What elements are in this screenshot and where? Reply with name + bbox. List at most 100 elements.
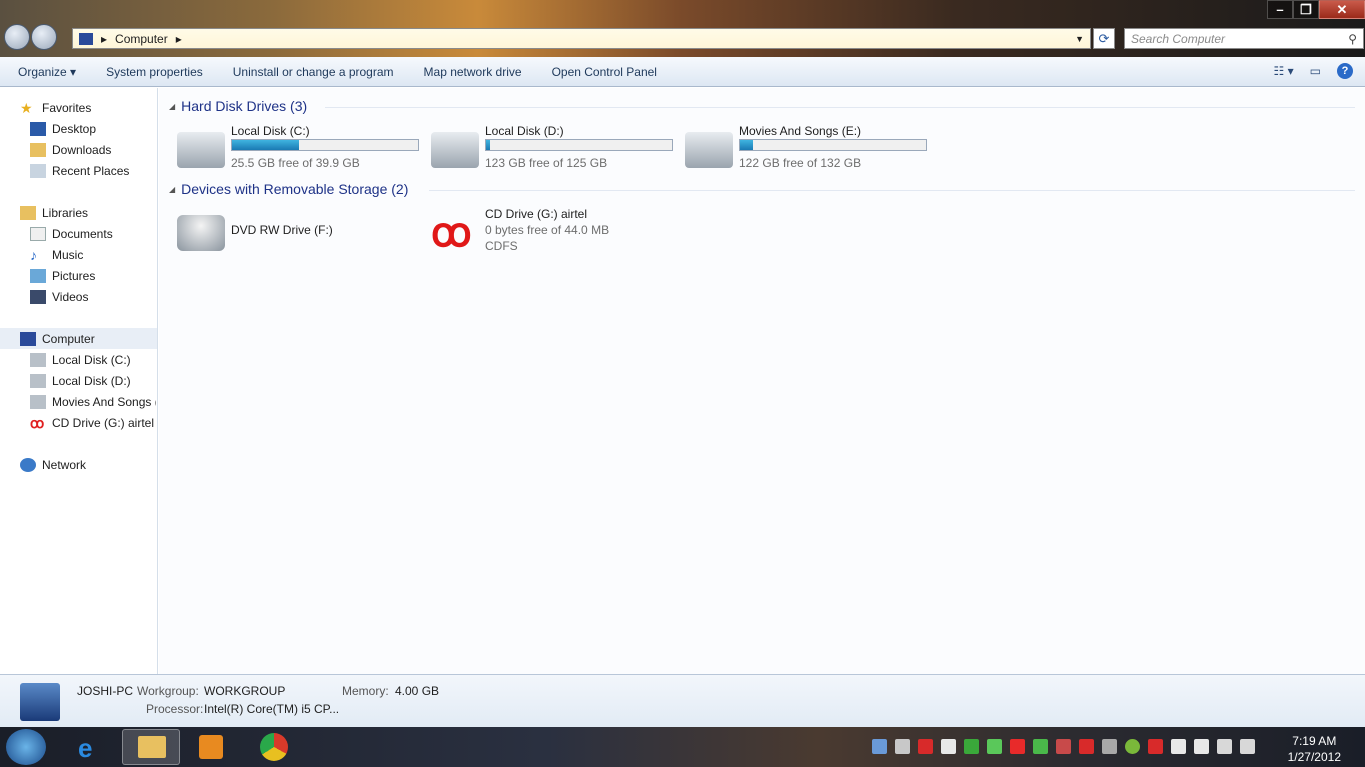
collapse-icon: ◢: [169, 101, 176, 111]
tray-icon[interactable]: [1102, 739, 1117, 754]
workgroup-label: Workgroup:: [137, 684, 199, 698]
sidebar-item-libraries[interactable]: Libraries: [20, 202, 88, 223]
minimize-button[interactable]: –: [1267, 0, 1293, 19]
sidebar-item-music[interactable]: ♪ Music: [30, 244, 83, 265]
drive-item-f[interactable]: DVD RW Drive (F:): [177, 207, 427, 257]
sidebar-item-e[interactable]: Movies And Songs (: [30, 391, 156, 412]
search-placeholder: Search Computer: [1131, 31, 1226, 46]
forward-button[interactable]: [31, 24, 57, 50]
search-icon: ⚲: [1348, 31, 1357, 46]
drive-item-e[interactable]: Movies And Songs (E:) 122 GB free of 132…: [685, 124, 935, 174]
folder-icon: [138, 736, 166, 758]
content-pane: ◢ Hard Disk Drives (3) Local Disk (C:) 25…: [159, 88, 1365, 674]
drive-name: CD Drive (G:) airtel: [485, 207, 588, 221]
clock-time: 7:19 AM: [1292, 734, 1337, 748]
taskbar-ie-button[interactable]: e: [62, 729, 120, 765]
tray-icon[interactable]: [1010, 739, 1025, 754]
downloads-folder-icon: [30, 142, 46, 157]
sidebar-item-favorites[interactable]: ★ Favorites: [20, 97, 91, 118]
refresh-button[interactable]: ⟳: [1093, 28, 1115, 49]
navigation-pane: ★ Favorites Desktop Downloads Recent Plac…: [0, 88, 158, 674]
taskbar-media-button[interactable]: [182, 729, 240, 765]
documents-icon: [30, 226, 46, 241]
command-bar: Organize ▾ System properties Uninstall o…: [0, 57, 1365, 87]
tray-icon[interactable]: [941, 739, 956, 754]
drive-filesystem: CDFS: [485, 239, 518, 253]
volume-icon[interactable]: [1240, 739, 1255, 754]
drive-free-space: 0 bytes free of 44.0 MB: [485, 223, 610, 237]
sidebar-label: Movies And Songs (: [52, 394, 156, 409]
address-bar[interactable]: ▸ Computer ▸ ▼: [72, 28, 1091, 49]
taskbar-chrome-button[interactable]: [244, 729, 302, 765]
sidebar-item-g[interactable]: ꝏ CD Drive (G:) airtel: [30, 412, 154, 433]
sidebar-item-downloads[interactable]: Downloads: [30, 139, 111, 160]
help-icon[interactable]: ?: [1337, 63, 1353, 79]
desktop-icon: [30, 121, 46, 136]
airtel-logo-icon: ꝏ: [431, 211, 472, 255]
drive-item-g[interactable]: ꝏ CD Drive (G:) airtel 0 bytes free of 4…: [431, 207, 681, 257]
tray-icon[interactable]: [987, 739, 1002, 754]
sidebar-item-pictures[interactable]: Pictures: [30, 265, 95, 286]
computer-icon: [79, 32, 93, 45]
drive-item-c[interactable]: Local Disk (C:) 25.5 GB free of 39.9 GB: [177, 124, 427, 174]
sidebar-item-videos[interactable]: Videos: [30, 286, 88, 307]
ie-icon: e: [78, 733, 93, 763]
tray-icon[interactable]: [1079, 739, 1094, 754]
sidebar-label: Libraries: [42, 205, 89, 220]
device-icon[interactable]: [1194, 739, 1209, 754]
flag-icon[interactable]: [1171, 739, 1186, 754]
drive-name: Movies And Songs (E:): [739, 124, 862, 138]
sidebar-item-documents[interactable]: Documents: [30, 223, 113, 244]
back-button[interactable]: [4, 24, 30, 50]
sidebar-item-c[interactable]: Local Disk (C:): [30, 349, 131, 370]
tray-icon[interactable]: [895, 739, 910, 754]
ati-icon[interactable]: [1148, 739, 1163, 754]
memory-value: 4.00 GB: [395, 684, 440, 698]
sidebar-item-desktop[interactable]: Desktop: [30, 118, 96, 139]
processor-value: Intel(R) Core(TM) i5 CP...: [204, 702, 340, 716]
network-icon: [20, 457, 36, 472]
tray-icon[interactable]: [964, 739, 979, 754]
tray-icon[interactable]: [1033, 739, 1048, 754]
tray-icon[interactable]: [1056, 739, 1071, 754]
map-drive-button[interactable]: Map network drive: [424, 65, 522, 79]
sidebar-label: Pictures: [52, 268, 96, 283]
chrome-icon: [260, 733, 288, 761]
sidebar-label: Music: [52, 247, 84, 262]
clock[interactable]: 7:19 AM 1/27/2012: [1288, 733, 1341, 765]
control-panel-button[interactable]: Open Control Panel: [552, 65, 657, 79]
group-title: Hard Disk Drives (3): [181, 98, 308, 114]
address-path[interactable]: Computer: [115, 32, 168, 46]
tray-icon[interactable]: [918, 739, 933, 754]
tray-icon[interactable]: [1125, 739, 1140, 754]
taskbar-explorer-button[interactable]: [122, 729, 180, 765]
group-header-hdd[interactable]: ◢ Hard Disk Drives (3): [169, 98, 307, 114]
hard-drive-icon: [431, 132, 479, 168]
close-button[interactable]: ✕: [1319, 0, 1365, 19]
hard-drive-icon: [685, 132, 733, 168]
address-separator: ▸: [101, 31, 108, 46]
details-pane: JOSHI-PC Workgroup: WORKGROUP Memory: 4.…: [0, 674, 1365, 727]
restore-button[interactable]: ❐: [1293, 0, 1319, 19]
drive-item-d[interactable]: Local Disk (D:) 123 GB free of 125 GB: [431, 124, 681, 174]
workgroup-value: WORKGROUP: [204, 684, 286, 698]
uninstall-button[interactable]: Uninstall or change a program: [233, 65, 394, 79]
sidebar-item-network[interactable]: Network: [20, 454, 86, 475]
search-input[interactable]: Search Computer ⚲: [1124, 28, 1364, 49]
tray-icon[interactable]: [872, 739, 887, 754]
history-dropdown-icon[interactable]: ▼: [1075, 34, 1084, 44]
sidebar-label: Desktop: [52, 121, 97, 136]
group-divider: [325, 107, 1355, 108]
sidebar-item-recent[interactable]: Recent Places: [30, 160, 129, 181]
refresh-icon: ⟳: [1098, 30, 1110, 46]
computer-icon: [20, 331, 36, 346]
sidebar-item-computer[interactable]: Computer: [0, 328, 157, 349]
group-header-removable[interactable]: ◢ Devices with Removable Storage (2): [169, 181, 408, 197]
organize-button[interactable]: Organize ▾: [18, 65, 76, 79]
view-options-icon[interactable]: ☷ ▾: [1274, 64, 1294, 78]
sidebar-item-d[interactable]: Local Disk (D:): [30, 370, 131, 391]
system-properties-button[interactable]: System properties: [106, 65, 203, 79]
start-button[interactable]: [6, 729, 46, 765]
preview-pane-icon[interactable]: ▭: [1310, 64, 1321, 78]
signal-icon[interactable]: [1217, 739, 1232, 754]
